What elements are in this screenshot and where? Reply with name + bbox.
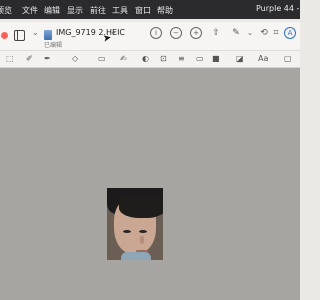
draw-icon[interactable]: ✒ [44,53,51,65]
highlight-icon[interactable]: A [284,27,296,39]
rotate-icon[interactable]: ⟲ [258,27,270,39]
mouse-cursor-icon: ➤ [102,32,113,45]
adjust-color-icon[interactable]: ◐ [142,53,149,65]
image-canvas[interactable] [0,68,300,300]
photo-eye-right [139,230,147,233]
zoom-in-icon[interactable]: + [190,27,202,39]
document-icon [44,30,52,40]
document-status: 已编辑 [44,42,63,49]
close-button[interactable] [1,32,8,39]
photo-nose [140,236,144,244]
menu-go[interactable]: 前往 [90,5,106,16]
select-icon[interactable]: ⬚ [6,53,14,65]
menu-window[interactable]: 窗口 [135,5,151,16]
menu-help[interactable]: 帮助 [157,5,173,16]
annotate-icon[interactable]: ▢ [284,53,292,65]
photo-eye-left [123,230,131,233]
sidebar-toggle-icon[interactable] [14,30,25,41]
markup-chevron-icon[interactable]: ⌄ [244,27,256,39]
menu-edit[interactable]: 编辑 [44,5,60,16]
adjust-size-icon[interactable]: ⊡ [160,53,167,65]
title-bar: ⌄ IMG_9719 2.HEIC ⌄ 已编辑 ➤ i − + ⇧ ✎ ⌄ ⟲ … [0,22,300,51]
sketch-icon[interactable]: ✐ [26,53,33,65]
menu-file[interactable]: 文件 [22,5,38,16]
lines-icon[interactable]: ≡ [178,53,185,65]
preview-window: ⌄ IMG_9719 2.HEIC ⌄ 已编辑 ➤ i − + ⇧ ✎ ⌄ ⟲ … [0,22,300,300]
menu-view[interactable]: 显示 [67,5,83,16]
shapes-icon[interactable]: ◇ [72,53,78,65]
markup-icon[interactable]: ✎ [230,27,242,39]
markup-toolbar: ⬚ ✐ ✒ ◇ ▭ ✍ ◐ ⊡ ≡ ▭ ■ ◪ Aa ▢ [0,51,300,68]
fill-color-icon[interactable]: ◪ [236,53,244,65]
text-icon[interactable]: ▭ [98,53,106,65]
font-icon[interactable]: Aa [258,53,268,65]
share-icon[interactable]: ⇧ [210,27,222,39]
menubar-status[interactable]: Purple 44 - S [256,4,300,15]
menu-app-preview[interactable]: 预览 [0,5,12,16]
photo-face [114,196,163,254]
photo-collar [121,252,151,260]
title-chevron-icon[interactable]: ⌄ [110,27,117,36]
chevron-down-icon[interactable]: ⌄ [32,28,39,37]
photo-fringe [119,196,163,218]
border-color-icon[interactable]: ■ [212,53,220,65]
info-icon[interactable]: i [150,27,162,39]
sign-icon[interactable]: ✍ [120,53,127,65]
crop-icon[interactable]: ⌗ [270,27,282,39]
zoom-out-icon[interactable]: − [170,27,182,39]
photo-thumbnail[interactable] [107,188,163,260]
menu-tools[interactable]: 工具 [112,5,128,16]
border-style-icon[interactable]: ▭ [196,53,204,65]
menu-bar: 预览 文件 编辑 显示 前往 工具 窗口 帮助 Purple 44 - S [0,0,300,19]
